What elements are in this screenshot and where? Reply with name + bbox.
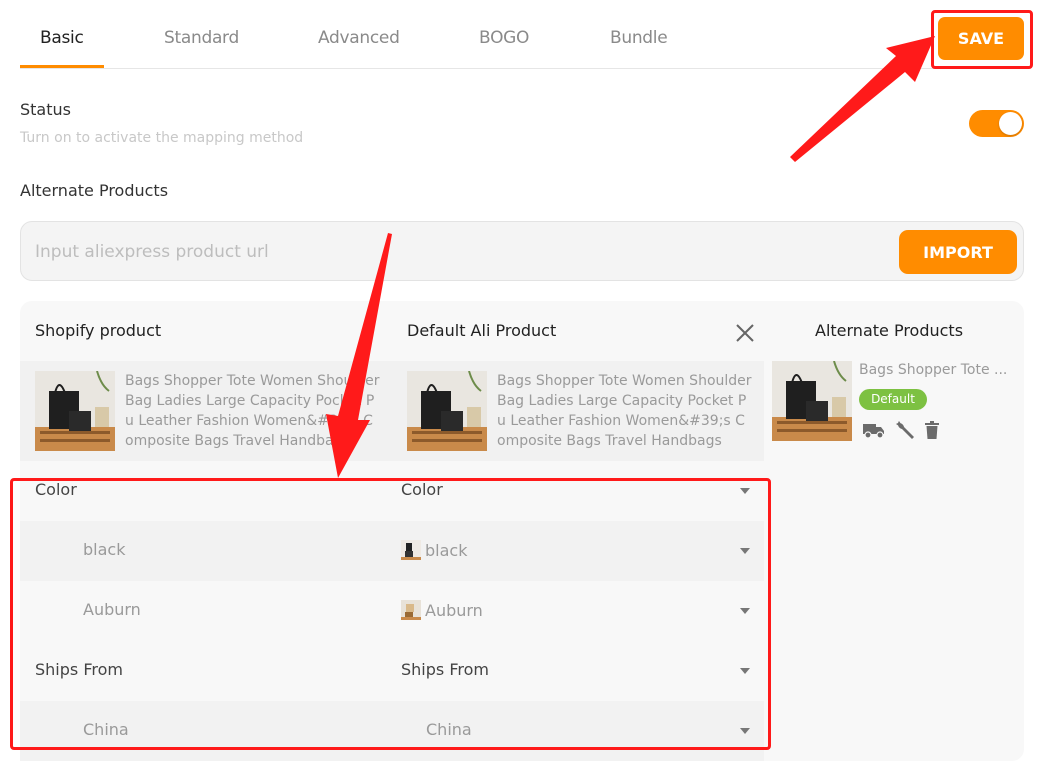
status-description: Turn on to activate the mapping method [20, 130, 304, 146]
active-tab-indicator [20, 65, 104, 68]
chevron-down-icon[interactable] [740, 608, 750, 614]
alternate-product-title: Bags Shopper Tote ... [859, 362, 1008, 378]
option-value-row: Auburn Auburn [20, 581, 764, 641]
chevron-down-icon[interactable] [740, 668, 750, 674]
default-ali-product-image [407, 371, 487, 451]
tab-bundle[interactable]: Bundle [610, 28, 668, 48]
ali-value-select[interactable]: Auburn [401, 600, 483, 620]
shopify-option-name: Color [35, 480, 77, 499]
chevron-down-icon[interactable] [740, 548, 750, 554]
column-header-default-ali: Default Ali Product [407, 321, 557, 340]
default-badge: Default [859, 389, 927, 410]
chevron-down-icon[interactable] [740, 488, 750, 494]
ali-option-name: Ships From [401, 660, 489, 679]
product-url-input[interactable] [35, 236, 875, 268]
wrench-icon[interactable] [895, 420, 915, 440]
close-icon[interactable] [734, 322, 756, 344]
tab-advanced[interactable]: Advanced [318, 28, 400, 48]
option-value-row: China China [20, 701, 764, 761]
tab-bogo[interactable]: BOGO [479, 28, 529, 48]
ali-option-value: black [425, 540, 468, 560]
variant-thumbnail [401, 600, 421, 620]
variant-thumbnail [401, 540, 421, 560]
shopify-option-value: black [83, 540, 126, 559]
status-title: Status [20, 100, 71, 119]
option-row-ships-from: Ships From Ships From [20, 641, 764, 701]
ali-option-value: China [426, 720, 472, 739]
status-toggle[interactable] [969, 110, 1024, 137]
trash-icon[interactable] [925, 421, 939, 439]
column-header-alternates: Alternate Products [815, 321, 964, 340]
url-import-bar: IMPORT [20, 221, 1024, 281]
ali-option-name: Color [401, 480, 443, 499]
chevron-down-icon[interactable] [740, 728, 750, 734]
shopify-product-image [35, 371, 115, 451]
toggle-knob [999, 112, 1022, 135]
tab-basic[interactable]: Basic [40, 28, 84, 48]
ali-option-select[interactable]: Color [401, 480, 443, 499]
mapping-panel: Shopify product Default Ali Product Alte… [20, 301, 1024, 761]
shopify-option-name: Ships From [35, 660, 123, 679]
tab-standard[interactable]: Standard [164, 28, 239, 48]
import-button[interactable]: IMPORT [899, 230, 1017, 274]
default-ali-product-title: Bags Shopper Tote Women Shoulder Bag Lad… [497, 373, 752, 449]
alternate-product-image [772, 361, 852, 441]
option-row-color: Color Color [20, 461, 764, 521]
alternate-product-actions [863, 419, 939, 441]
default-ali-product-card: Bags Shopper Tote Women Shoulder Bag Lad… [392, 361, 764, 461]
column-header-shopify: Shopify product [35, 321, 162, 340]
shopify-option-value: Auburn [83, 600, 141, 619]
save-button[interactable]: SAVE [938, 17, 1024, 60]
truck-icon[interactable] [863, 421, 885, 439]
ali-value-select[interactable]: black [401, 540, 467, 560]
ali-option-value: Auburn [425, 600, 483, 620]
ali-value-select[interactable]: China [426, 720, 472, 739]
shopify-product-title: Bags Shopper Tote Women Shoulder Bag Lad… [125, 373, 380, 449]
alternate-products-title: Alternate Products [20, 181, 169, 200]
option-value-row: black black [20, 521, 764, 581]
shopify-option-value: China [83, 720, 129, 739]
tab-bar: Basic Standard Advanced BOGO Bundle [20, 0, 1023, 69]
shopify-product-card: Bags Shopper Tote Women Shoulder Bag Lad… [20, 361, 392, 461]
ali-option-select[interactable]: Ships From [401, 660, 489, 679]
